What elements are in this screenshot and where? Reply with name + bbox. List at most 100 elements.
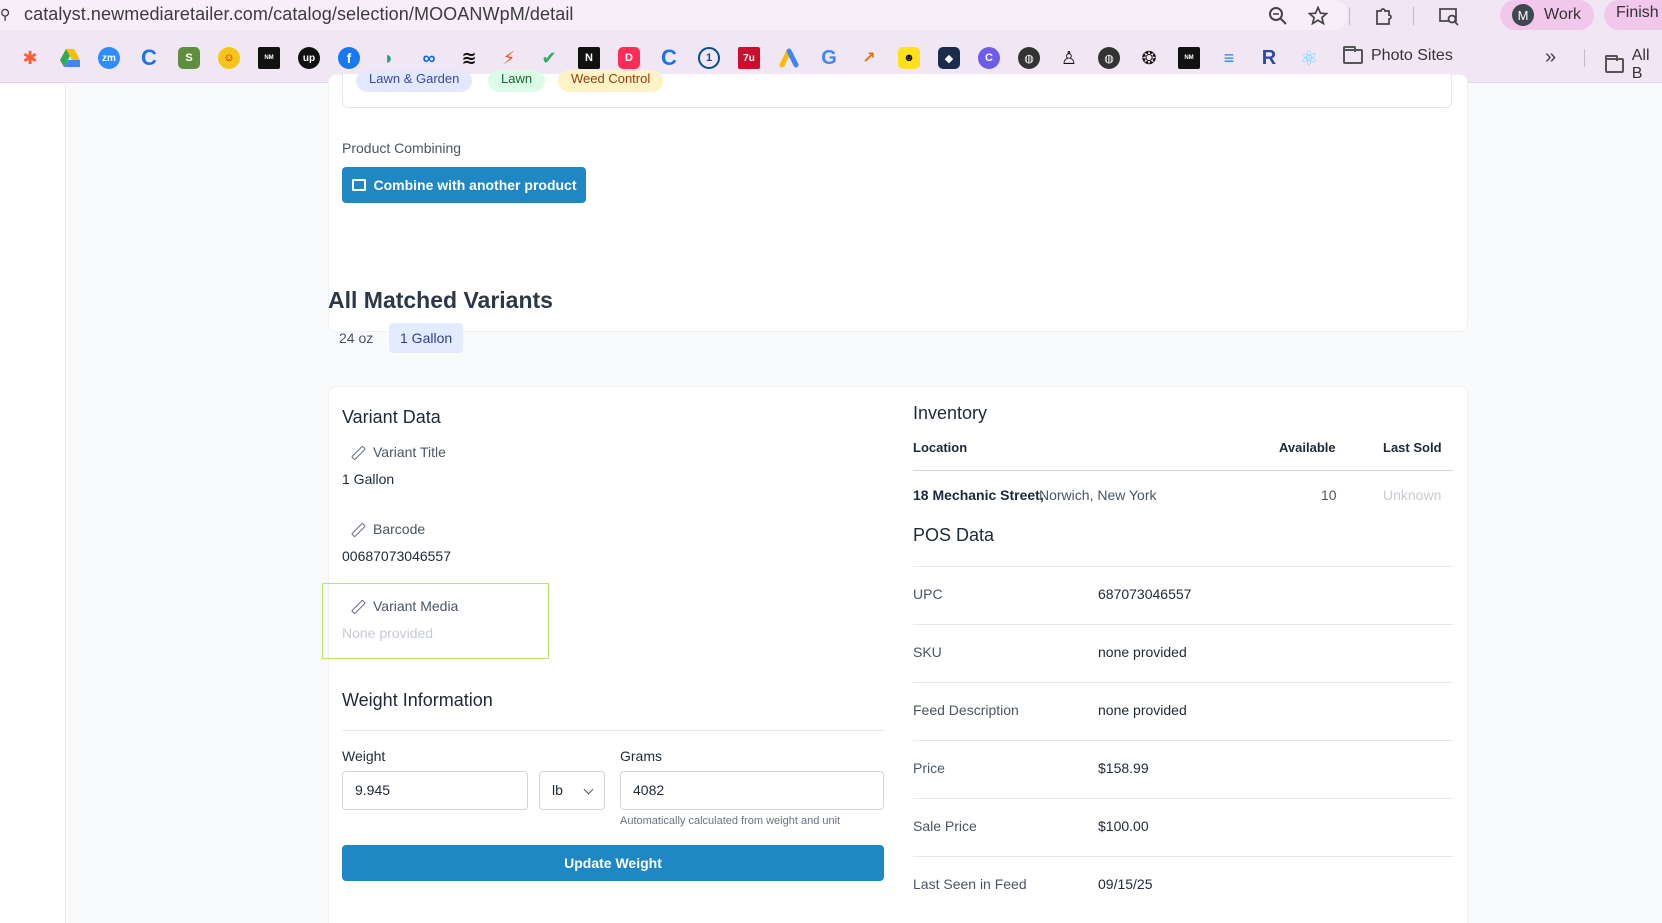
address-bar[interactable]: ⚲ catalyst.newmediaretailer.com/catalog/… [0,0,1348,30]
tag-badge[interactable]: Lawn [488,70,546,92]
unit-select[interactable]: lb [539,771,605,810]
section-title: All Matched Variants [328,287,553,313]
folder-icon [1343,45,1363,64]
table-header-divider [913,470,1453,471]
newmedia-icon[interactable]: NM [258,47,280,69]
bookmark-folder-label: Photo Sites [1371,47,1453,64]
1password-icon[interactable]: 1 [698,47,720,69]
divider [913,856,1453,857]
unit-select-value: lb [552,782,563,798]
product-combining-label: Product Combining [342,140,462,156]
more-bookmarks-icon[interactable]: » [1545,46,1556,69]
app-icon-16[interactable]: D [618,47,640,69]
variant-media-label[interactable]: Variant Media [351,598,458,614]
column-header-last-sold: Last Sold [1383,440,1442,455]
location-street: 18 Mechanic Street, [913,487,1044,503]
pos-label-sale-price: Sale Price [913,818,977,834]
weight-input[interactable]: 9.945 [342,771,528,810]
barcode-label[interactable]: Barcode [351,521,425,537]
variant-title-value: 1 Gallon [342,471,395,487]
bookmark-folder-label: All B [1631,47,1650,82]
google-ads-icon[interactable] [778,47,800,69]
app-icon-31[interactable]: ≡ [1218,47,1240,69]
divider [913,798,1453,799]
upwork-icon[interactable]: up [298,47,320,69]
globe-icon[interactable]: ◍ [1018,47,1040,69]
pos-label-sku: SKU [913,644,942,660]
avatar: M [1512,4,1534,26]
finish-update-button[interactable]: Finish u [1604,0,1662,30]
zoom-app-icon[interactable]: zm [98,47,120,69]
combine-product-button[interactable]: Combine with another product [342,167,586,203]
tags-box: Lawn & Garden Lawn Weed Control [342,70,1452,108]
app-icon-6[interactable]: ☺ [218,47,240,69]
meta-icon[interactable]: ∞ [418,47,440,69]
hubspot-icon[interactable]: ✱ [19,47,41,69]
app-icon-13[interactable]: ⚡ [498,47,520,69]
profile-label: Work [1544,6,1582,23]
zoom-icon[interactable] [1265,3,1291,29]
openai-icon[interactable]: ❂ [1138,47,1160,69]
grams-input[interactable]: 4082 [620,771,884,810]
divider [913,740,1453,741]
canva-icon[interactable]: C [978,47,1000,69]
variant-media-highlight [322,583,549,659]
c-app-icon-2[interactable]: C [658,45,680,70]
linux-icon[interactable]: ♙ [1058,47,1080,69]
newmedia-icon-2[interactable]: NM [1178,47,1200,69]
update-weight-button[interactable]: Update Weight [342,845,884,881]
last-sold-value: Unknown [1383,487,1442,503]
url-text[interactable]: catalyst.newmediaretailer.com/catalog/se… [24,4,574,25]
barcode-value: 00687073046557 [342,548,452,564]
c-app-icon[interactable]: C [138,45,160,70]
bookmark-folder-all[interactable]: All B [1605,47,1662,83]
pencil-icon[interactable] [351,523,364,536]
pos-label-price: Price [913,760,945,776]
bookmark-folder-photo-sites[interactable]: Photo Sites [1343,45,1453,65]
extensions-icon[interactable] [1371,3,1397,29]
pencil-icon[interactable] [351,446,364,459]
search-tab-icon[interactable] [1436,3,1462,29]
app-icon-10[interactable]: ◗ [378,47,400,69]
app-icon-15[interactable]: N [578,47,600,69]
pos-value-sku: none provided [1098,644,1187,660]
bookmark-star-icon[interactable] [1305,3,1331,29]
divider [342,730,884,731]
page: Lawn & Garden Lawn Weed Control Product … [0,70,1662,923]
pencil-icon[interactable] [351,600,364,613]
weight-label: Weight [342,748,386,764]
shopify-icon[interactable]: S [178,47,200,69]
mailchimp-icon[interactable]: ☻ [898,47,920,69]
site-info-icon[interactable]: ⚲ [0,6,10,23]
column-header-available: Available [1279,440,1336,455]
inventory-title: Inventory [913,403,988,423]
app-icon-24[interactable]: ◆ [938,47,960,69]
pos-label-upc: UPC [913,586,943,602]
analytics-icon[interactable]: ↗ [858,47,880,69]
app-icon-19[interactable]: 7u [738,47,760,69]
tag-badge[interactable]: Weed Control [558,70,664,92]
react-icon[interactable]: ⚛ [1298,47,1320,70]
divider [913,566,1453,567]
pos-data-title: POS Data [913,525,995,545]
tag-badge[interactable]: Lawn & Garden [356,70,473,92]
check-app-icon[interactable]: ✔ [538,47,560,69]
variant-tab-24oz[interactable]: 24 oz [328,323,384,353]
profile-button[interactable]: M Work [1500,0,1594,30]
pos-label-feed-description: Feed Description [913,702,1019,718]
variant-title-label[interactable]: Variant Title [351,444,446,460]
variant-media-value: None provided [342,625,434,641]
folder-icon [1605,54,1624,73]
field-label-text: Barcode [373,521,426,537]
buffer-icon[interactable]: ≋ [458,47,480,69]
variant-tab-1-gallon[interactable]: 1 Gallon [389,323,464,353]
field-label-text: Variant Media [373,598,459,614]
weight-info-title: Weight Information [342,690,493,710]
pos-label-last-seen: Last Seen in Feed [913,876,1027,892]
google-icon[interactable]: G [818,47,840,69]
pos-value-feed-description: none provided [1098,702,1187,718]
facebook-icon[interactable]: f [338,47,360,69]
drive-icon[interactable] [59,47,81,69]
r-app-icon[interactable]: R [1258,47,1280,69]
globe-icon-2[interactable]: ◍ [1098,47,1120,69]
